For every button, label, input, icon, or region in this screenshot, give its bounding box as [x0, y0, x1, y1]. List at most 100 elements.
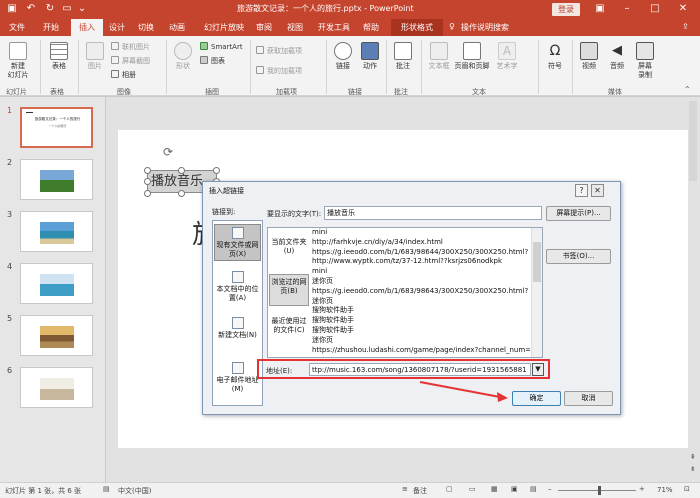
audio-button[interactable]: ◀ 音频	[604, 42, 630, 71]
tab-design[interactable]: 设计	[109, 22, 125, 33]
collapse-ribbon-icon[interactable]: ⌃	[684, 85, 691, 94]
display-text-input[interactable]: 播放音乐	[324, 206, 542, 220]
zoom-slider[interactable]	[558, 490, 636, 491]
resize-handle[interactable]	[144, 167, 151, 174]
resize-handle[interactable]	[178, 167, 185, 174]
zoom-level[interactable]: 71%	[657, 486, 673, 494]
url-list-item[interactable]: https://zhushou.ludashi.com/game/page/in…	[312, 346, 530, 356]
scroll-next-icon[interactable]: ⇟	[690, 465, 696, 473]
link-email-option[interactable]: 电子邮件地址(M)	[214, 360, 261, 402]
login-button[interactable]: 登录	[552, 3, 580, 16]
browsed-pages-button[interactable]: 浏览过的网页(B)	[269, 274, 309, 306]
screentip-button[interactable]: 屏幕提示(P)...	[546, 206, 611, 221]
tab-help[interactable]: 帮助	[363, 22, 379, 33]
screen-record-button[interactable]: 屏幕 录制	[632, 42, 658, 80]
language-indicator[interactable]: 中文(中国)	[118, 486, 151, 496]
bookmark-button[interactable]: 书签(O)...	[546, 249, 611, 264]
picture-button[interactable]: 图片	[82, 42, 108, 71]
zoom-slider-thumb[interactable]	[598, 486, 601, 495]
online-picture-button[interactable]: 联机图片	[111, 42, 150, 52]
recent-files-button[interactable]: 最近使用过的文件(C)	[269, 314, 309, 346]
header-footer-button[interactable]: 页眉和页脚	[454, 42, 490, 71]
rotate-handle-icon[interactable]: ⟳	[163, 145, 173, 159]
dialog-close-button[interactable]: ✕	[591, 184, 604, 197]
action-button[interactable]: 动作	[357, 42, 383, 71]
tab-slideshow[interactable]: 幻灯片放映	[204, 22, 244, 33]
get-addins-button[interactable]: 获取加载项	[256, 46, 302, 56]
reading-view-icon[interactable]: ▣	[511, 485, 518, 493]
slide-thumbnail-3[interactable]	[20, 211, 93, 252]
undo-icon[interactable]: ↶	[24, 2, 38, 16]
resize-handle[interactable]	[144, 178, 151, 185]
my-addins-button[interactable]: 我的加载项	[256, 66, 302, 76]
redo-icon[interactable]: ↻	[43, 2, 57, 16]
url-list-item[interactable]: 迷你页	[312, 336, 530, 346]
url-list-item[interactable]: 搜狗软件助手	[312, 316, 530, 326]
tab-shape-format[interactable]: 形状格式	[391, 19, 443, 36]
album-button[interactable]: 相册	[111, 70, 136, 80]
url-list-item[interactable]: http://www.wyptk.com/tz/37-12.html??ksrj…	[312, 257, 530, 267]
link-place-in-document-option[interactable]: 本文档中的位置(A)	[214, 269, 261, 307]
tab-view[interactable]: 视图	[287, 22, 303, 33]
slide-thumbnail-4[interactable]	[20, 263, 93, 304]
wordart-button[interactable]: A 艺术字	[492, 42, 522, 71]
comment-button[interactable]: 批注	[390, 42, 416, 71]
current-folder-button[interactable]: 当前文件夹(U)	[269, 238, 309, 267]
video-button[interactable]: 视频	[576, 42, 602, 71]
ribbon-options-icon[interactable]: ▣	[593, 2, 607, 16]
table-button[interactable]: 表格	[45, 42, 73, 71]
tab-animations[interactable]: 动画	[169, 22, 185, 33]
url-list-item[interactable]: 迷你页	[312, 297, 530, 307]
screenshot-button[interactable]: 屏幕截图	[111, 56, 150, 66]
tab-file[interactable]: 文件	[9, 22, 25, 33]
tell-me-search[interactable]: 操作说明搜索	[461, 22, 509, 33]
comments-icon[interactable]: ▢	[446, 485, 453, 493]
resize-handle[interactable]	[213, 167, 220, 174]
link-new-document-option[interactable]: 新建文档(N)	[214, 315, 261, 353]
share-icon[interactable]: ⇪	[682, 22, 689, 31]
slide-thumbnail-1[interactable]: 旅游散文记录：一个人的旅行 一个人的旅行	[20, 107, 93, 148]
url-list-scrollbar[interactable]	[531, 228, 542, 357]
link-existing-file-option[interactable]: 现有文件或网页(X)	[214, 224, 261, 261]
new-slide-button[interactable]: 新建 幻灯片	[3, 42, 33, 80]
url-list[interactable]: mini http://farhkvje.cn/diy/a/34/index.ht…	[312, 228, 530, 357]
textbox-button[interactable]: 文本框	[425, 42, 453, 71]
slide-thumbnail-2[interactable]	[20, 159, 93, 200]
tab-home[interactable]: 开始	[43, 22, 59, 33]
link-button[interactable]: 链接	[330, 42, 356, 71]
url-list-item[interactable]: http://farhkvje.cn/diy/a/34/index.html	[312, 238, 530, 248]
maximize-icon[interactable]: □	[648, 2, 662, 16]
vertical-scrollbar[interactable]	[689, 101, 697, 181]
slide-thumbnail-6[interactable]	[20, 367, 93, 408]
spellcheck-icon[interactable]: ▤	[103, 485, 110, 493]
save-icon[interactable]: ▣	[5, 2, 19, 16]
url-list-item[interactable]: 搜狗软件助手	[312, 306, 530, 316]
slide-sorter-icon[interactable]: ▦	[491, 485, 498, 493]
ok-button[interactable]: 确定	[512, 391, 561, 406]
zoom-out-icon[interactable]: –	[548, 485, 552, 493]
shapes-button[interactable]: 形状	[170, 42, 196, 71]
zoom-in-icon[interactable]: +	[639, 485, 645, 493]
notes-button[interactable]: 备注	[413, 486, 427, 496]
close-icon[interactable]: ✕	[676, 2, 690, 16]
scroll-prev-icon[interactable]: ⇞	[690, 453, 696, 461]
url-list-item[interactable]: mini	[312, 267, 530, 277]
url-list-item[interactable]: 搜狗软件助手	[312, 326, 530, 336]
present-icon[interactable]: ▭	[60, 2, 74, 16]
minimize-icon[interactable]: –	[620, 2, 634, 16]
cancel-button[interactable]: 取消	[564, 391, 613, 406]
chart-button[interactable]: 图表	[200, 56, 225, 66]
tab-review[interactable]: 审阅	[256, 22, 272, 33]
tab-insert[interactable]: 插入	[71, 19, 103, 36]
slideshow-icon[interactable]: ▤	[530, 485, 537, 493]
notes-icon[interactable]: ≡	[402, 485, 408, 493]
tab-developer[interactable]: 开发工具	[318, 22, 350, 33]
slide-thumbnail-5[interactable]	[20, 315, 93, 356]
tab-transitions[interactable]: 切换	[138, 22, 154, 33]
resize-handle[interactable]	[144, 190, 151, 197]
symbol-button[interactable]: Ω 符号	[542, 42, 568, 71]
normal-view-icon[interactable]: ▭	[469, 485, 476, 493]
help-button[interactable]: ?	[575, 184, 588, 197]
fit-slide-icon[interactable]: ⊡	[684, 485, 690, 493]
url-list-item[interactable]: https://g.ieeod0.com/b/1/683/98643/300X2…	[312, 287, 530, 297]
